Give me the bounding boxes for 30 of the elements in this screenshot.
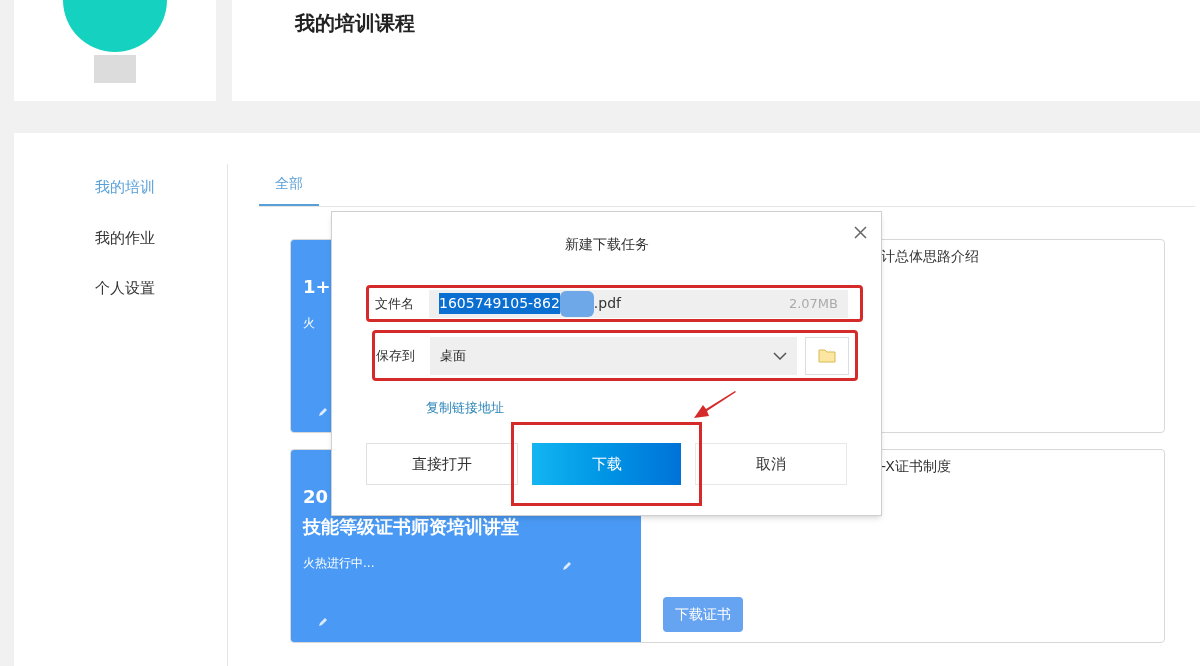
- field-label: 文件名: [375, 294, 415, 313]
- banner-subtitle: 火热进行中...: [303, 555, 375, 572]
- selected-filename: 1605749105-862: [439, 293, 560, 314]
- filename-extension: .pdf: [593, 294, 621, 313]
- dialog-title: 新建下载任务: [564, 235, 649, 254]
- blurred-name: [94, 55, 136, 83]
- banner-title: 技能等级证书师资培训讲堂: [303, 515, 519, 539]
- page-title: 我的培训课程: [295, 11, 415, 35]
- sidebar-item[interactable]: 个人设置: [95, 277, 227, 300]
- folder-icon: [818, 348, 836, 363]
- pencil-icon: [561, 560, 573, 572]
- close-icon[interactable]: [854, 226, 867, 239]
- dialog-button[interactable]: 取消: [695, 443, 847, 485]
- pencil-icon: [317, 616, 329, 628]
- blurred-region: [559, 290, 594, 317]
- banner-title: 20: [303, 485, 329, 509]
- course-title: -X证书制度: [881, 457, 952, 476]
- dialog-button[interactable]: 直接打开: [366, 443, 518, 485]
- sidebar-item[interactable]: 我的作业: [95, 226, 227, 249]
- copy-link[interactable]: 复制链接地址: [426, 400, 504, 415]
- file-size: 2.07MB: [788, 294, 838, 313]
- field-label: 保存到: [376, 346, 416, 365]
- filename-field[interactable]: 1605749105-862 .pdf 2.07MB: [429, 289, 848, 318]
- chevron-down-icon: [773, 351, 787, 360]
- course-title: 计总体思路介绍: [881, 247, 980, 266]
- banner-title: 1+: [303, 275, 331, 299]
- banner-subtitle: 火: [303, 315, 315, 332]
- annotation-arrow: [693, 391, 737, 419]
- location-dropdown[interactable]: 桌面: [430, 336, 797, 375]
- pencil-icon: [317, 406, 329, 418]
